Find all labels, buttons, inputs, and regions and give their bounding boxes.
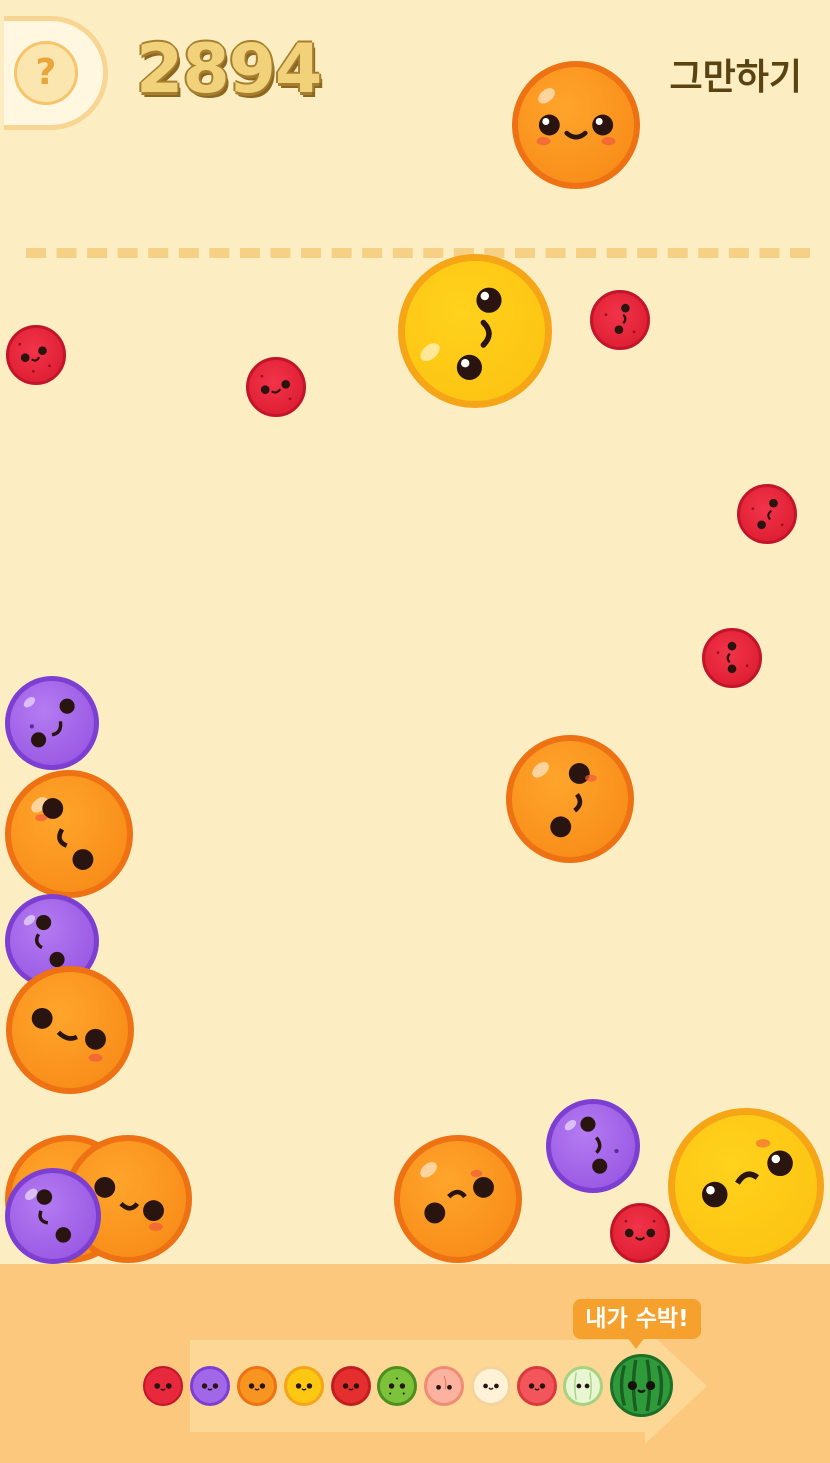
next-fruit-orange[interactable]: [512, 61, 640, 189]
fruit-cherry: [246, 357, 306, 417]
watermelon-tooltip: 내가 수박!: [573, 1299, 701, 1339]
score-counter: 2894: [136, 30, 322, 109]
fruit-orange: [5, 770, 133, 898]
evolution-lemon-icon: [284, 1366, 324, 1406]
question-icon: ?: [14, 41, 78, 105]
evolution-peach-icon: [424, 1366, 464, 1406]
evolution-apple-icon: [331, 1366, 371, 1406]
fruit-orange: [6, 966, 134, 1094]
fruit-cherry: [6, 325, 66, 385]
evolution-orange-icon: [237, 1366, 277, 1406]
fruit-cherry: [737, 484, 797, 544]
help-button[interactable]: ?: [4, 16, 108, 130]
fruit-grape: [546, 1099, 640, 1193]
fruit-orange: [506, 735, 634, 863]
evolution-grape-icon: [190, 1366, 230, 1406]
evolution-tomato-icon: [517, 1366, 557, 1406]
face-icon: [536, 114, 616, 146]
evolution-cherry-icon: [143, 1366, 183, 1406]
evolution-pear-icon: [471, 1366, 511, 1406]
fruit-lemon: [398, 254, 552, 408]
evolution-watermelon-icon: [610, 1354, 673, 1417]
fruit-cherry: [610, 1203, 670, 1263]
evolution-kiwi-icon: [377, 1366, 417, 1406]
fruit-cherry: [590, 290, 650, 350]
fruit-orange: [394, 1135, 522, 1263]
fruit-grape: [5, 676, 99, 770]
evolution-melon-icon: [563, 1366, 603, 1406]
face-icon: [456, 287, 502, 380]
fruit-cherry: [702, 628, 762, 688]
fruit-lemon: [668, 1108, 824, 1264]
fruit-grape: [5, 1168, 101, 1264]
drop-limit-line: [26, 248, 810, 258]
quit-button[interactable]: 그만하기: [670, 48, 802, 100]
